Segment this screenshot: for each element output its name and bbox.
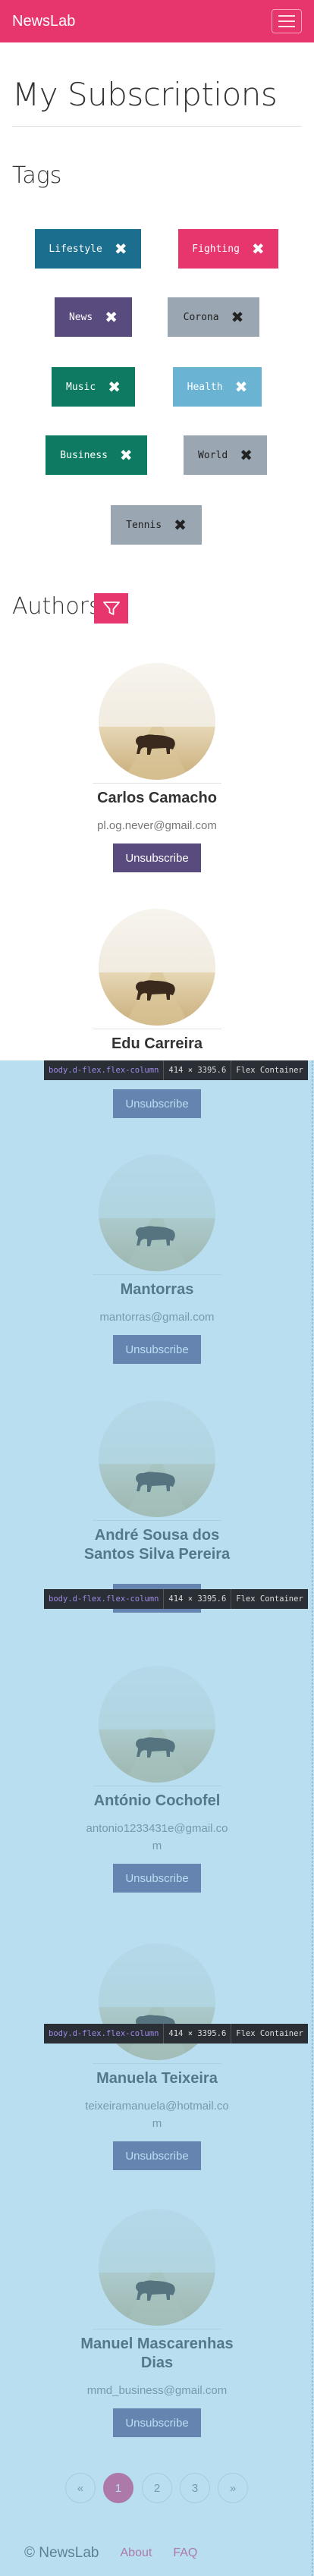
author-avatar[interactable] — [99, 663, 215, 780]
devtools-type: Flex Container — [231, 1060, 308, 1080]
unsubscribe-button[interactable]: Unsubscribe — [113, 1864, 201, 1893]
pagination-page-3[interactable]: 3 — [180, 2473, 210, 2503]
author-avatar[interactable] — [99, 909, 215, 1026]
hamburger-icon — [278, 15, 295, 17]
remove-tag-icon[interactable]: ✖ — [115, 241, 127, 256]
tag-label: News — [68, 311, 93, 323]
footer-copyright: © NewsLab — [24, 2545, 99, 2561]
devtools-element-label: body.d-flex.flex-column 414 × 3395.6 Fle… — [44, 1060, 308, 1080]
author-avatar[interactable] — [99, 1154, 215, 1271]
tag-chip: News ✖ — [55, 297, 132, 337]
tag-label: Tennis — [126, 519, 162, 531]
tags-section-title: Tags — [12, 162, 62, 189]
devtools-element-label: body.d-flex.flex-column 414 × 3395.6 Fle… — [44, 2024, 308, 2044]
unsubscribe-button[interactable]: Unsubscribe — [113, 1089, 201, 1118]
tag-chip: Corona ✖ — [168, 297, 259, 337]
author-email: antonio1233431e@gmail.com — [86, 1822, 228, 1852]
author-name[interactable]: André Sousa dos Santos Silva Pereira — [68, 1526, 246, 1564]
tag-label: Lifestyle — [49, 243, 102, 255]
remove-tag-icon[interactable]: ✖ — [108, 379, 121, 394]
tag-label: Fighting — [192, 243, 240, 255]
footer: © NewsLab About FAQ — [0, 2530, 314, 2576]
author-name[interactable]: Manuel Mascarenhas Dias — [68, 2335, 246, 2373]
author-email: teixeiramanuela@hotmail.com — [85, 2100, 229, 2130]
pagination: « 1 2 3 » — [0, 2473, 314, 2503]
author-avatar[interactable] — [99, 1666, 215, 1783]
brand-logo[interactable]: NewsLab — [12, 13, 75, 30]
author-name[interactable]: António Cochofel — [68, 1792, 246, 1811]
pagination-prev[interactable]: « — [65, 2473, 96, 2503]
devtools-size: 414 × 3395.6 — [163, 1060, 231, 1080]
tag-chip: Tennis ✖ — [111, 505, 202, 545]
devtools-element-label: body.d-flex.flex-column 414 × 3395.6 Fle… — [44, 1589, 308, 1609]
author-avatar-image — [99, 663, 215, 780]
tag-chip: Music ✖ — [52, 367, 135, 407]
author-avatar-image — [99, 2209, 215, 2326]
page-title: My Subscriptions — [12, 76, 278, 113]
tag-chip: World ✖ — [184, 435, 267, 475]
tag-label: Corona — [183, 311, 219, 323]
devtools-selector: body.d-flex.flex-column — [49, 2029, 159, 2038]
author-divider — [93, 1520, 221, 1521]
remove-tag-icon[interactable]: ✖ — [235, 379, 248, 394]
footer-link-about[interactable]: About — [121, 2546, 152, 2560]
unsubscribe-button[interactable]: Unsubscribe — [113, 1335, 201, 1364]
author-avatar-image — [99, 1666, 215, 1783]
author-email: mantorras@gmail.com — [99, 1311, 215, 1324]
authors-section-title: Authors — [12, 593, 101, 620]
filter-button[interactable] — [94, 593, 128, 624]
filter-icon — [102, 602, 120, 615]
remove-tag-icon[interactable]: ✖ — [240, 448, 253, 463]
author-avatar[interactable] — [99, 2209, 215, 2326]
footer-link-faq[interactable]: FAQ — [173, 2546, 197, 2560]
menu-toggle-button[interactable] — [272, 9, 302, 33]
author-email: mmd_business@gmail.com — [86, 2384, 228, 2397]
navbar: NewsLab — [0, 0, 314, 42]
devtools-type: Flex Container — [231, 2024, 308, 2044]
remove-tag-icon[interactable]: ✖ — [120, 448, 133, 463]
author-name[interactable]: Manuela Teixeira — [68, 2069, 246, 2088]
remove-tag-icon[interactable]: ✖ — [231, 309, 244, 325]
author-avatar[interactable] — [99, 1400, 215, 1517]
remove-tag-icon[interactable]: ✖ — [252, 241, 265, 256]
author-divider — [93, 783, 221, 784]
pagination-page-2[interactable]: 2 — [142, 2473, 172, 2503]
title-divider — [12, 126, 302, 127]
tag-chip: Fighting ✖ — [178, 229, 278, 269]
tag-label: Music — [66, 381, 96, 393]
tag-label: Health — [187, 381, 223, 393]
author-name[interactable]: Mantorras — [68, 1280, 246, 1299]
remove-tag-icon[interactable]: ✖ — [174, 517, 187, 532]
author-name[interactable]: Carlos Camacho — [68, 789, 246, 808]
unsubscribe-button[interactable]: Unsubscribe — [113, 2141, 201, 2170]
pagination-page-1[interactable]: 1 — [103, 2473, 133, 2503]
author-avatar-image — [99, 909, 215, 1026]
author-avatar-image — [99, 1154, 215, 1271]
tag-chip: Lifestyle ✖ — [35, 229, 141, 269]
tag-chip: Business ✖ — [46, 435, 147, 475]
devtools-selector: body.d-flex.flex-column — [49, 1066, 159, 1075]
devtools-size: 414 × 3395.6 — [163, 2024, 231, 2044]
author-email: pl.og.never@gmail.com — [97, 819, 217, 832]
author-divider — [93, 2063, 221, 2064]
author-name[interactable]: Edu Carreira — [68, 1035, 246, 1054]
remove-tag-icon[interactable]: ✖ — [105, 309, 118, 325]
devtools-size: 414 × 3395.6 — [163, 1589, 231, 1609]
pagination-next[interactable]: » — [218, 2473, 248, 2503]
devtools-selector: body.d-flex.flex-column — [49, 1594, 159, 1604]
author-avatar-image — [99, 1400, 215, 1517]
unsubscribe-button[interactable]: Unsubscribe — [113, 2408, 201, 2437]
devtools-type: Flex Container — [231, 1589, 308, 1609]
tag-label: Business — [60, 449, 108, 461]
tag-chip: Health ✖ — [173, 367, 262, 407]
unsubscribe-button[interactable]: Unsubscribe — [113, 843, 201, 872]
tag-label: World — [198, 449, 228, 461]
author-divider — [93, 1274, 221, 1275]
